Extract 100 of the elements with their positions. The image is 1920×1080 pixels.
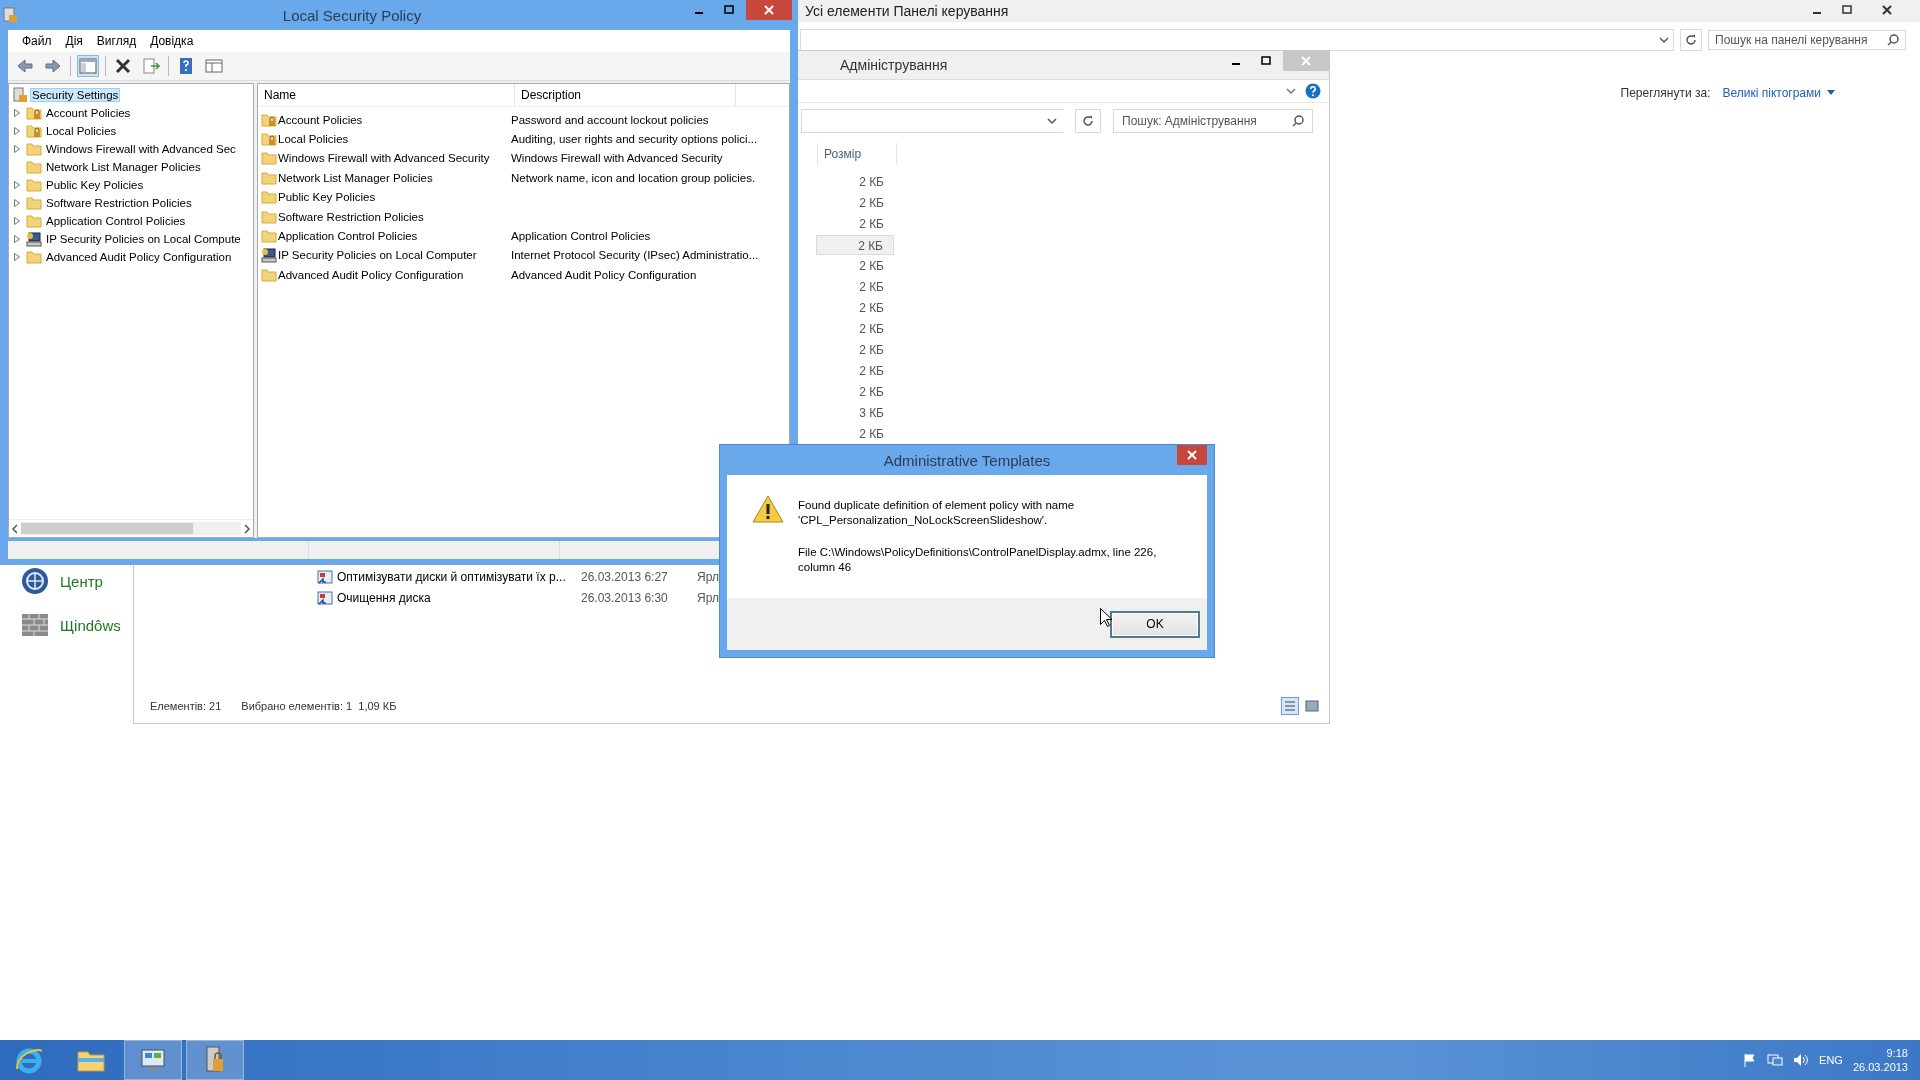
close-icon (1301, 56, 1311, 66)
control-panel-link[interactable]: Центр (60, 572, 103, 590)
chevron-down-icon (1047, 116, 1057, 126)
refresh-button[interactable] (1075, 109, 1101, 133)
column-header[interactable]: Description (515, 84, 736, 106)
expand-arrow-icon[interactable] (14, 217, 20, 225)
column-header[interactable]: Name (258, 84, 515, 106)
expand-arrow-icon[interactable] (14, 145, 20, 153)
minimize-icon (1813, 12, 1821, 14)
file-name[interactable]: Оптимізувати диски й оптимізувати їх р... (337, 569, 577, 584)
control-panel-link[interactable]: Щіndôws (60, 616, 121, 634)
locked-folder-icon (26, 105, 42, 121)
tree-item[interactable]: Application Control Policies (46, 215, 186, 227)
size-cell-text: 2 КБ (858, 341, 885, 359)
folder-icon (261, 169, 277, 186)
close-button[interactable] (746, 0, 792, 20)
policy-name[interactable]: Account Policies (278, 113, 363, 126)
policy-name[interactable]: Local Policies (278, 133, 349, 146)
show-tree-icon (79, 57, 97, 75)
tree-item[interactable]: Public Key Policies (46, 179, 144, 191)
close-button[interactable] (1177, 445, 1207, 465)
date-cell-text: 26.03.2013 6:30 (581, 590, 669, 605)
tree-item[interactable]: Advanced Audit Policy Configuration (46, 251, 232, 263)
speaker-icon[interactable] (1793, 1053, 1810, 1067)
view-by-label: Переглянути за: (1620, 86, 1711, 100)
tree-item[interactable]: Windows Firewall with Advanced Sec (46, 143, 236, 155)
tree-item[interactable]: Account Policies (46, 107, 131, 119)
clock[interactable]: 9:18 26.03.2013 (1852, 1046, 1908, 1074)
size-cell-text: 2 КБ (858, 257, 885, 275)
folder-icon (26, 159, 42, 175)
error-message: Found duplicate definition of element policy with name 'CPL_Personalization_NoLockScreenSlideshow'. (798, 498, 1076, 528)
properties-icon (205, 57, 223, 75)
caret-icon (1827, 90, 1835, 96)
menu-item[interactable]: Дія (59, 32, 89, 50)
export-list-button[interactable] (140, 55, 162, 77)
refresh-button[interactable] (1680, 29, 1702, 51)
menu-item[interactable]: Довідка (144, 32, 200, 50)
maximize-icon (1842, 5, 1852, 15)
tree-item[interactable]: Software Restriction Policies (46, 197, 192, 209)
scroll-right-icon[interactable] (243, 523, 251, 534)
error-detail: File C:\Windows\PolicyDefinitions\ControlPanelDisplay.admx, line 226, column 46 (798, 545, 1158, 575)
folder-icon (26, 213, 42, 229)
tree-item[interactable]: IP Security Policies on Local Compute (46, 233, 241, 245)
expand-arrow-icon[interactable] (14, 109, 20, 117)
refresh-icon (1082, 115, 1094, 127)
size-cell-text: 2 КБ (858, 194, 885, 212)
type-cell-text: Ярл (697, 569, 720, 584)
shortcut-icon (317, 589, 333, 606)
policy-name[interactable]: IP Security Policies on Local Computer (278, 249, 477, 262)
menu-item[interactable]: Файл (16, 32, 58, 50)
date-cell-text: 26.03.2013 6:27 (581, 569, 669, 584)
large-icons-view-icon[interactable] (1303, 697, 1321, 715)
policy-name[interactable]: Software Restriction Policies (278, 210, 424, 223)
search-field[interactable]: Пошук на панелі керування (1708, 30, 1906, 50)
policy-name[interactable]: Windows Firewall with Advanced Security (278, 152, 490, 165)
expand-arrow-icon[interactable] (14, 253, 20, 261)
chevron-down-icon[interactable] (1285, 85, 1297, 97)
maximize-icon (724, 5, 734, 15)
size-cell-text: 2 КБ (858, 173, 885, 191)
folder-icon (261, 228, 277, 245)
type-cell-text: Ярл (697, 590, 720, 605)
expand-arrow-icon[interactable] (14, 181, 20, 189)
details-view-icon[interactable] (1281, 697, 1299, 715)
ok-button[interactable]: OK (1111, 611, 1199, 637)
size-cell: 2 КБ (816, 234, 894, 255)
taskbar-button[interactable] (186, 1040, 244, 1080)
view-mode-dropdown[interactable]: Великі піктограми (1722, 86, 1835, 100)
show-tree-button[interactable] (77, 55, 99, 77)
tree-item[interactable]: Security Settings (30, 88, 121, 102)
flag-icon[interactable] (1743, 1053, 1758, 1067)
policy-name[interactable]: Advanced Audit Policy Configuration (278, 268, 464, 281)
scroll-left-icon[interactable] (11, 523, 19, 534)
folder-icon (261, 150, 277, 167)
folder-icon (261, 266, 277, 283)
scrollbar-thumb[interactable] (21, 523, 193, 534)
policy-name[interactable]: Application Control Policies (278, 230, 418, 243)
security-settings-icon (12, 87, 28, 103)
policy-name[interactable]: Network List Manager Policies (278, 171, 433, 184)
expand-arrow-icon[interactable] (14, 235, 20, 243)
size-cell-text: 2 КБ (858, 299, 885, 317)
search-field[interactable]: Пошук: Адміністрування (1113, 109, 1313, 133)
refresh-icon (1685, 34, 1697, 46)
taskbar-button[interactable] (124, 1040, 182, 1080)
tree-item[interactable]: Network List Manager Policies (46, 161, 201, 173)
help-icon (177, 57, 195, 75)
menu-item[interactable]: Вигляд (90, 32, 143, 50)
column-header[interactable]: Розмір (817, 143, 897, 165)
computer-icon (261, 247, 277, 264)
shortcut-icon (317, 568, 333, 585)
folder-icon (26, 141, 42, 157)
window-title: Адміністрування (840, 57, 948, 73)
expand-arrow-icon[interactable] (14, 127, 20, 135)
policy-description: Internet Protocol Security (IPsec) Administratio... (511, 249, 759, 262)
language-indicator[interactable]: ENG (1819, 1054, 1843, 1066)
policy-name[interactable]: Public Key Policies (278, 191, 376, 204)
tree-item[interactable]: Local Policies (46, 125, 117, 137)
network-icon[interactable] (1767, 1053, 1784, 1067)
file-name[interactable]: Очищення диска (337, 590, 577, 605)
expand-arrow-icon[interactable] (14, 199, 20, 207)
help-icon[interactable] (1305, 83, 1321, 99)
